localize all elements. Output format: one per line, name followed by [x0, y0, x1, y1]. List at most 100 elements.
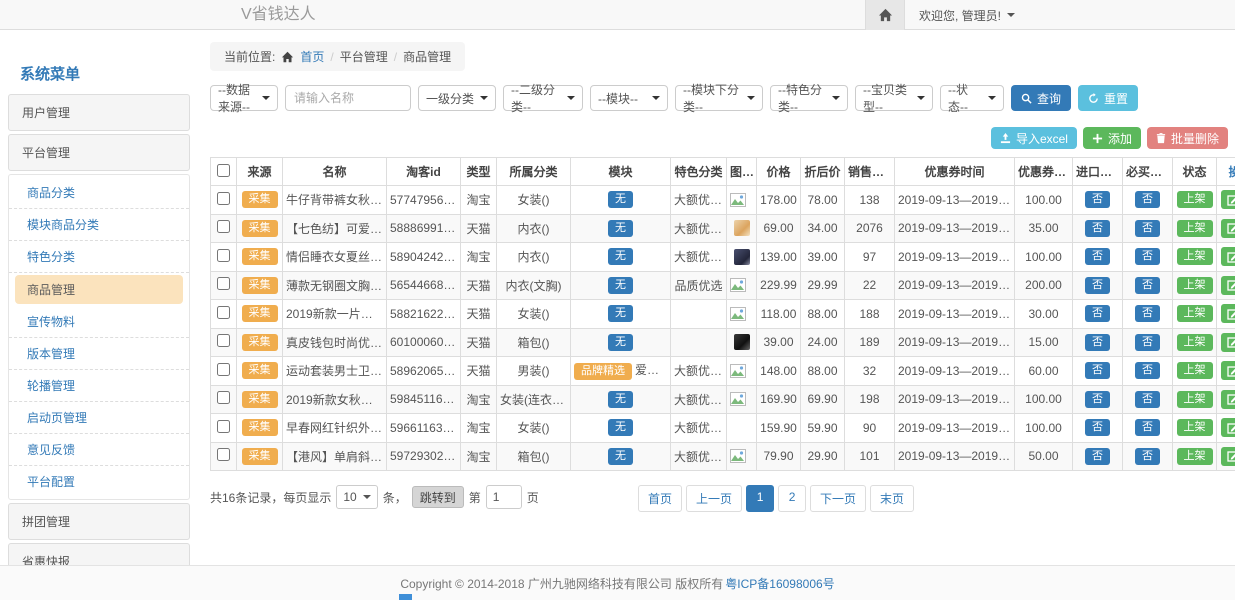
status-badge[interactable]: 上架 — [1177, 334, 1213, 351]
status-badge[interactable]: 上架 — [1177, 220, 1213, 237]
sidebar-item-bottom-1[interactable]: 省惠快报 — [8, 543, 190, 565]
imported-toggle[interactable]: 否 — [1085, 248, 1110, 265]
sidebar-item-top-0[interactable]: 用户管理 — [8, 94, 190, 131]
must-buy-toggle[interactable]: 否 — [1135, 248, 1160, 265]
row-checkbox[interactable] — [217, 448, 230, 461]
breadcrumb-home-link[interactable]: 首页 — [300, 48, 324, 65]
edit-button[interactable] — [1221, 418, 1235, 437]
module-badge[interactable]: 无 — [608, 391, 633, 408]
must-buy-toggle[interactable]: 否 — [1135, 391, 1160, 408]
row-checkbox[interactable] — [217, 220, 230, 233]
module-badge[interactable]: 无 — [608, 220, 633, 237]
status-badge[interactable]: 上架 — [1177, 362, 1213, 379]
imported-toggle[interactable]: 否 — [1085, 334, 1110, 351]
pager-button-3[interactable]: 2 — [778, 485, 806, 512]
sidebar-subitem-5[interactable]: 版本管理 — [9, 338, 189, 370]
name-search-input[interactable] — [285, 85, 411, 111]
status-badge[interactable]: 上架 — [1177, 419, 1213, 436]
edit-button[interactable] — [1221, 333, 1235, 352]
sidebar-subitem-1[interactable]: 模块商品分类 — [9, 209, 189, 241]
imported-toggle[interactable]: 否 — [1085, 448, 1110, 465]
edit-button[interactable] — [1221, 361, 1235, 380]
status-badge[interactable]: 上架 — [1177, 448, 1213, 465]
must-buy-toggle[interactable]: 否 — [1135, 334, 1160, 351]
row-checkbox[interactable] — [217, 334, 230, 347]
pager-button-4[interactable]: 下一页 — [810, 485, 866, 512]
row-checkbox[interactable] — [217, 306, 230, 319]
page-number-input[interactable] — [486, 485, 522, 509]
sidebar-subitem-9[interactable]: 平台配置 — [9, 466, 189, 497]
module-badge[interactable]: 无 — [608, 248, 633, 265]
module-sub-select[interactable]: --模块下分类-- — [675, 85, 763, 111]
sidebar-subitem-6[interactable]: 轮播管理 — [9, 370, 189, 402]
module-badge[interactable]: 无 — [608, 191, 633, 208]
sidebar-subitem-4[interactable]: 宣传物料 — [9, 306, 189, 338]
row-checkbox[interactable] — [217, 363, 230, 376]
sidebar-subitem-0[interactable]: 商品分类 — [9, 177, 189, 209]
row-checkbox[interactable] — [217, 277, 230, 290]
status-badge[interactable]: 上架 — [1177, 277, 1213, 294]
row-checkbox[interactable] — [217, 249, 230, 262]
sidebar-subitem-8[interactable]: 意见反馈 — [9, 434, 189, 466]
search-button[interactable]: 查询 — [1011, 85, 1071, 111]
must-buy-toggle[interactable]: 否 — [1135, 448, 1160, 465]
must-buy-toggle[interactable]: 否 — [1135, 191, 1160, 208]
module-select[interactable]: --模块-- — [590, 85, 668, 111]
item-type-select[interactable]: --宝贝类型-- — [855, 85, 933, 111]
home-nav-button[interactable] — [865, 0, 905, 30]
per-page-select[interactable]: 10 — [336, 485, 377, 509]
user-menu[interactable]: 欢迎您, 管理员! — [905, 0, 1015, 30]
imported-toggle[interactable]: 否 — [1085, 419, 1110, 436]
status-badge[interactable]: 上架 — [1177, 305, 1213, 322]
status-select[interactable]: --状态-- — [940, 85, 1004, 111]
pager-button-2[interactable]: 1 — [746, 485, 774, 512]
icp-link[interactable]: 粤ICP备16098006号 — [725, 575, 834, 592]
module-badge[interactable]: 无 — [608, 419, 633, 436]
batch-delete-button[interactable]: 批量删除 — [1147, 127, 1228, 149]
row-checkbox[interactable] — [217, 420, 230, 433]
feature-select[interactable]: --特色分类-- — [770, 85, 848, 111]
pager-button-5[interactable]: 末页 — [870, 485, 914, 512]
imported-toggle[interactable]: 否 — [1085, 305, 1110, 322]
must-buy-toggle[interactable]: 否 — [1135, 277, 1160, 294]
edit-button[interactable] — [1221, 304, 1235, 323]
data-source-select[interactable]: --数据来源-- — [210, 85, 278, 111]
category2-select[interactable]: --二级分类-- — [503, 85, 583, 111]
must-buy-toggle[interactable]: 否 — [1135, 220, 1160, 237]
pager-button-0[interactable]: 首页 — [638, 485, 682, 512]
select-all-checkbox[interactable] — [217, 164, 230, 177]
sidebar-subitem-3[interactable]: 商品管理 — [15, 275, 183, 304]
status-badge[interactable]: 上架 — [1177, 248, 1213, 265]
module-badge[interactable]: 无 — [608, 334, 633, 351]
pager-button-1[interactable]: 上一页 — [686, 485, 742, 512]
reset-button[interactable]: 重置 — [1078, 85, 1138, 111]
edit-button[interactable] — [1221, 276, 1235, 295]
imported-toggle[interactable]: 否 — [1085, 220, 1110, 237]
imported-toggle[interactable]: 否 — [1085, 277, 1110, 294]
sidebar-item-top-1[interactable]: 平台管理 — [8, 134, 190, 171]
module-badge[interactable]: 无 — [608, 448, 633, 465]
must-buy-toggle[interactable]: 否 — [1135, 305, 1160, 322]
imported-toggle[interactable]: 否 — [1085, 391, 1110, 408]
module-badge[interactable]: 品牌精选 — [574, 363, 632, 380]
sidebar-subitem-2[interactable]: 特色分类 — [9, 241, 189, 273]
module-badge[interactable]: 无 — [608, 305, 633, 322]
imported-toggle[interactable]: 否 — [1085, 362, 1110, 379]
edit-button[interactable] — [1221, 247, 1235, 266]
status-badge[interactable]: 上架 — [1177, 191, 1213, 208]
edit-button[interactable] — [1221, 447, 1235, 466]
category1-select[interactable]: 一级分类 — [418, 85, 496, 111]
jump-button[interactable]: 跳转到 — [412, 486, 464, 508]
imported-toggle[interactable]: 否 — [1085, 191, 1110, 208]
must-buy-toggle[interactable]: 否 — [1135, 362, 1160, 379]
edit-button[interactable] — [1221, 390, 1235, 409]
row-checkbox[interactable] — [217, 391, 230, 404]
status-badge[interactable]: 上架 — [1177, 391, 1213, 408]
edit-button[interactable] — [1221, 219, 1235, 238]
must-buy-toggle[interactable]: 否 — [1135, 419, 1160, 436]
row-checkbox[interactable] — [217, 192, 230, 205]
import-excel-button[interactable]: 导入excel — [991, 127, 1077, 149]
module-badge[interactable]: 无 — [608, 277, 633, 294]
sidebar-item-bottom-0[interactable]: 拼团管理 — [8, 503, 190, 540]
add-button[interactable]: 添加 — [1083, 127, 1141, 149]
